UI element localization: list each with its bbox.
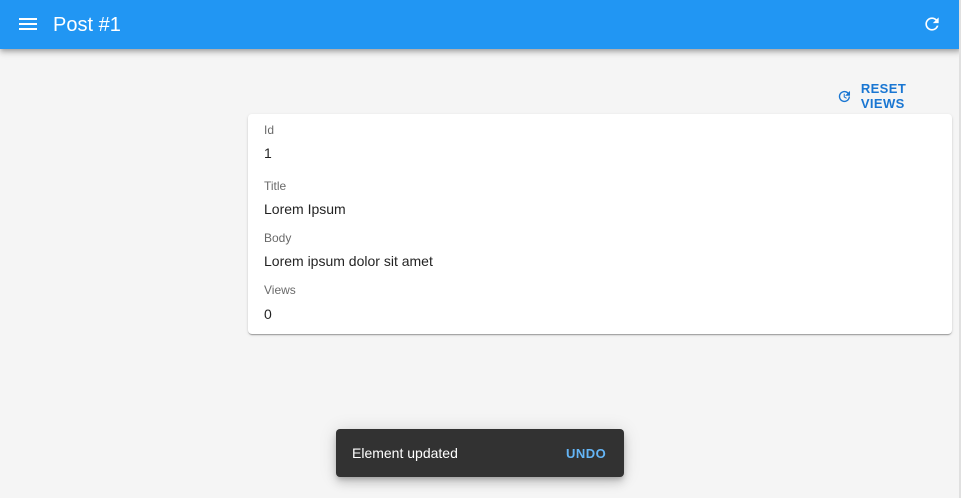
field-label-title: Title	[264, 179, 287, 193]
field-value-views: 0	[264, 306, 272, 322]
field-value-title: Lorem Ipsum	[264, 201, 346, 217]
menu-icon	[19, 18, 37, 30]
refresh-icon	[925, 17, 939, 31]
reset-views-label: RESET VIEWS	[860, 81, 907, 111]
field-label-body: Body	[264, 231, 292, 245]
field-value-body: Lorem ipsum dolor sit amet	[264, 253, 433, 269]
refresh-button[interactable]	[918, 10, 946, 38]
menu-button[interactable]	[14, 10, 42, 38]
snackbar-message: Element updated	[352, 445, 458, 461]
field-label-views: Views	[264, 283, 296, 297]
reset-views-button[interactable]: RESET VIEWS	[828, 81, 961, 111]
field-value-id: 1	[264, 145, 272, 161]
app-bar: Post #1	[0, 0, 961, 49]
page-title: Post #1	[53, 14, 121, 36]
reset-icon	[838, 90, 851, 102]
field-label-id: Id	[264, 123, 275, 137]
snackbar: Element updated UNDO	[336, 429, 624, 477]
undo-button[interactable]: UNDO	[558, 439, 614, 467]
record-card: Id 1 Title Lorem Ipsum Body Lorem ipsum …	[248, 114, 952, 334]
